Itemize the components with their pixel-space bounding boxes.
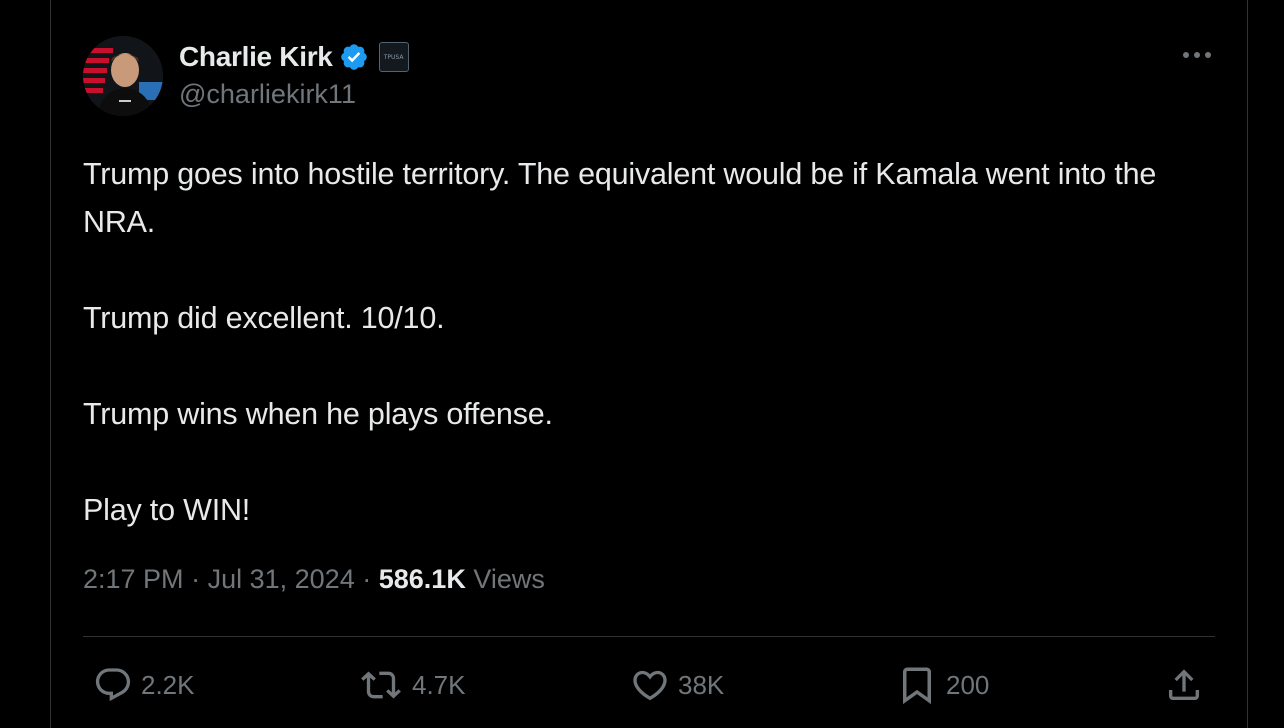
views-count[interactable]: 586.1K xyxy=(379,564,466,594)
repost-icon xyxy=(361,671,401,699)
divider xyxy=(83,636,1215,637)
reply-count: 2.2K xyxy=(141,669,195,700)
like-button[interactable]: 38K xyxy=(630,662,724,708)
meta-separator: · xyxy=(362,564,372,594)
avatar-image xyxy=(83,36,163,116)
share-button[interactable] xyxy=(1164,662,1204,708)
tweet-date[interactable]: Jul 31, 2024 xyxy=(208,564,355,594)
repost-count: 4.7K xyxy=(412,669,466,700)
author-name-row: Charlie Kirk TPUSA xyxy=(179,38,409,76)
meta-separator: · xyxy=(191,564,201,594)
bookmark-icon xyxy=(903,667,931,705)
avatar[interactable] xyxy=(83,36,163,116)
bookmark-count: 200 xyxy=(946,669,990,700)
affiliate-badge-text: TPUSA xyxy=(383,53,404,61)
heart-icon xyxy=(633,670,667,701)
tweet-time[interactable]: 2:17 PM xyxy=(83,564,184,594)
reply-icon xyxy=(95,668,131,702)
author-handle[interactable]: @charliekirk11 xyxy=(179,79,356,110)
author-display-name[interactable]: Charlie Kirk xyxy=(179,41,333,73)
views-label: Views xyxy=(473,564,545,594)
share-icon xyxy=(1169,669,1199,700)
like-count: 38K xyxy=(678,669,725,700)
affiliate-badge[interactable]: TPUSA xyxy=(378,42,409,72)
bookmark-button[interactable]: 200 xyxy=(896,662,989,708)
tweet-paragraph: Trump wins when he plays offense. xyxy=(83,397,553,431)
more-options-icon[interactable] xyxy=(1180,42,1214,68)
tweet-paragraph: Trump did excellent. 10/10. xyxy=(83,301,445,335)
tweet-paragraph: Play to WIN! xyxy=(83,493,251,527)
tweet-paragraph: Trump goes into hostile territory. The e… xyxy=(83,157,1157,239)
reply-button[interactable]: 2.2K xyxy=(93,662,195,708)
tweet-metadata: 2:17 PM · Jul 31, 2024 · 586.1K Views xyxy=(83,564,545,595)
verified-badge-icon[interactable] xyxy=(339,42,369,72)
tweet-text: Trump goes into hostile territory. The e… xyxy=(83,150,1223,534)
repost-button[interactable]: 4.7K xyxy=(358,662,466,708)
